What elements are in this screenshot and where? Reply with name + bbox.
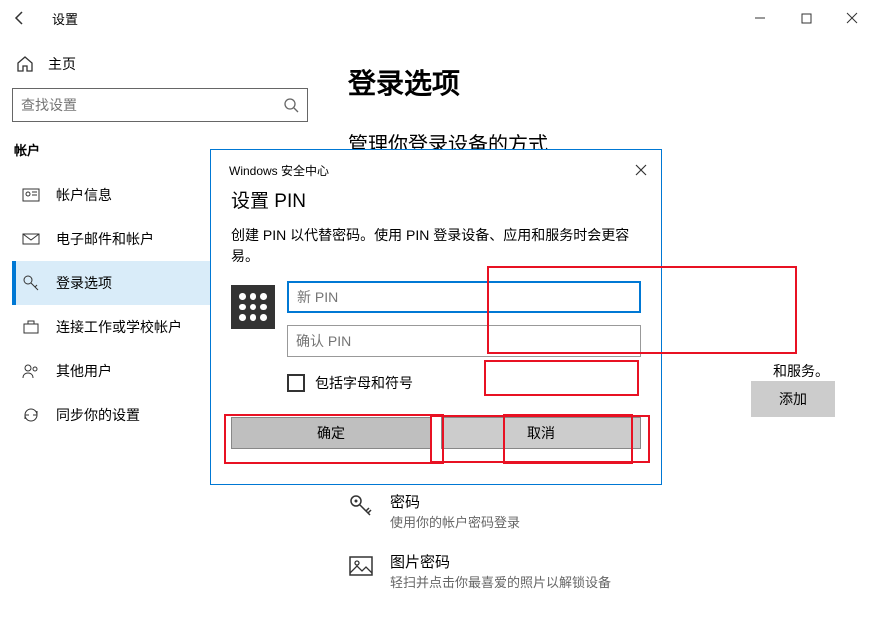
dialog-description: 创建 PIN 以代替密码。使用 PIN 登录设备、应用和服务时会更容易。 (231, 225, 641, 267)
include-letters-checkbox[interactable] (287, 374, 305, 392)
home-link[interactable]: 主页 (12, 46, 308, 88)
minimize-button[interactable] (737, 2, 783, 34)
dialog-heading: 设置 PIN (231, 186, 641, 213)
sidebar-item-label: 连接工作或学校帐户 (56, 317, 182, 337)
home-icon (16, 55, 34, 73)
add-button[interactable]: 添加 (751, 381, 835, 417)
checkbox-label: 包括字母和符号 (315, 373, 413, 393)
people-icon (22, 362, 40, 380)
window-title: 设置 (52, 9, 78, 28)
home-label: 主页 (48, 54, 76, 74)
new-pin-input[interactable] (287, 281, 641, 313)
sync-icon (22, 406, 40, 424)
picture-icon (348, 553, 374, 579)
search-input[interactable] (21, 97, 283, 113)
dialog-title: Windows 安全中心 (229, 162, 329, 179)
briefcase-icon (22, 318, 40, 336)
signin-option-picture-password[interactable]: 图片密码 轻扫并点击你最喜爱的照片以解锁设备 (348, 551, 855, 591)
sidebar-item-label: 帐户信息 (56, 185, 112, 205)
back-button[interactable] (8, 6, 32, 30)
cancel-button[interactable]: 取消 (441, 417, 641, 449)
option-desc: 轻扫并点击你最喜爱的照片以解锁设备 (390, 572, 611, 591)
signin-option-password[interactable]: 密码 使用你的帐户密码登录 (348, 491, 855, 531)
id-card-icon (22, 186, 40, 204)
close-button[interactable] (829, 2, 875, 34)
sidebar-item-label: 其他用户 (56, 361, 112, 381)
email-icon (22, 230, 40, 248)
pin-setup-dialog: Windows 安全中心 设置 PIN 创建 PIN 以代替密码。使用 PIN … (210, 149, 662, 485)
dialog-close-button[interactable] (631, 160, 651, 180)
search-box[interactable] (12, 88, 308, 122)
key-icon (22, 274, 40, 292)
option-title: 密码 (390, 491, 520, 512)
sidebar-item-label: 同步你的设置 (56, 405, 140, 425)
window-controls (737, 2, 875, 34)
ok-button[interactable]: 确定 (231, 417, 431, 449)
sidebar-item-label: 登录选项 (56, 273, 112, 293)
keypad-icon (231, 285, 275, 329)
sidebar-item-label: 电子邮件和帐户 (56, 229, 154, 249)
confirm-pin-input[interactable] (287, 325, 641, 357)
maximize-button[interactable] (783, 2, 829, 34)
dialog-titlebar: Windows 安全中心 (211, 160, 661, 186)
window-titlebar: 设置 (0, 0, 875, 36)
option-title: 图片密码 (390, 551, 611, 572)
page-title: 登录选项 (348, 62, 855, 102)
option-desc: 使用你的帐户密码登录 (390, 512, 520, 531)
search-icon (283, 97, 299, 113)
key-icon (348, 493, 374, 519)
